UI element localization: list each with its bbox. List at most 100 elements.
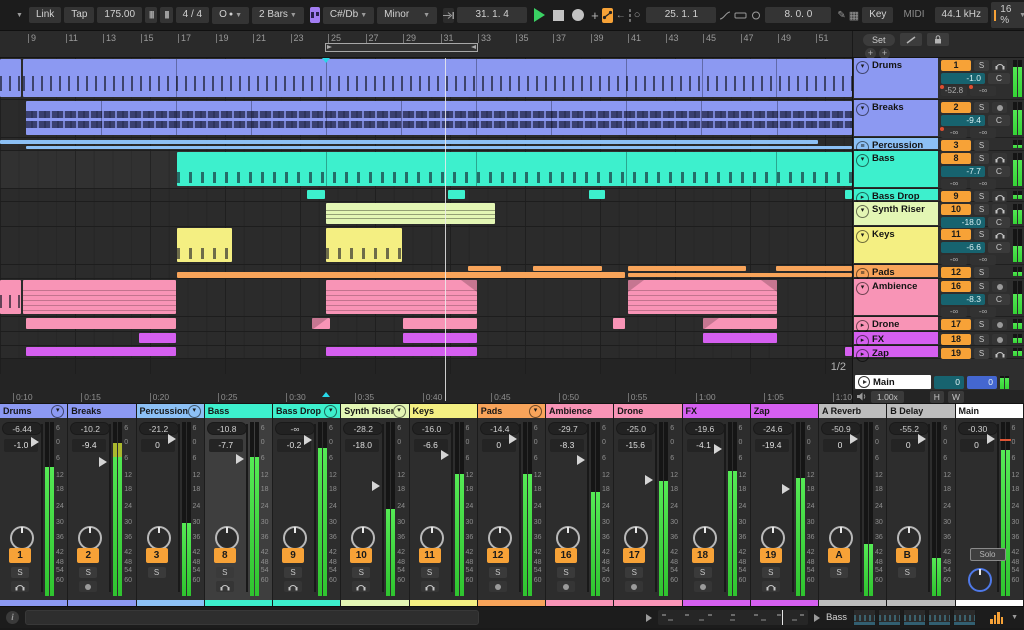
link-button[interactable]: Link [28,7,62,23]
clip[interactable] [845,190,852,199]
solo-button[interactable]: S [974,153,989,164]
tap-tempo-button[interactable]: Tap [64,7,95,23]
clip[interactable] [703,318,777,329]
main-track-title[interactable]: Main [855,375,931,389]
tempo-field[interactable]: 175.00 [97,7,143,23]
track-number-badge[interactable]: 2 [941,102,971,113]
cue-headphone-button[interactable] [992,60,1007,71]
mixer-track-title[interactable]: Pads ▾ [477,404,545,418]
pan-knob[interactable] [146,526,171,550]
device-play-icon[interactable] [813,613,820,622]
fader-handle[interactable] [713,444,722,454]
track-number-badge[interactable]: 18 [691,548,714,563]
track-number-badge[interactable]: 17 [623,548,646,563]
empty-arrangement-lane[interactable]: 1/2 [0,359,853,374]
clip[interactable] [26,101,852,135]
clip-play-icon[interactable] [645,613,652,622]
device-thumb[interactable] [853,609,877,626]
stop-button[interactable] [553,9,565,21]
solo-button[interactable]: S [420,567,439,578]
clip[interactable] [448,190,465,199]
mixer-strip-drone[interactable]: Drone -25.0 -15.6 6 0 6 12 18 24 30 36 42 48 54 60 17 S [614,404,683,606]
fold-icon[interactable]: ▾ [856,230,869,243]
fold-icon[interactable] [858,376,870,388]
peak-level-display[interactable]: -10.2 [70,422,111,435]
device-thumb[interactable] [953,609,977,626]
arm-record-button[interactable] [992,319,1007,330]
fold-icon[interactable]: ▾ [856,205,869,218]
fold-icon[interactable]: ▾ [856,282,869,295]
arrangement-track-breaks[interactable] [0,100,852,138]
fader-value-field[interactable]: -15.6 [618,439,653,452]
mixer-strip-ambience[interactable]: Ambience -29.7 -8.3 6 0 6 12 18 24 30 36 42 48 54 60 16… [546,404,615,606]
pan-knob[interactable] [624,526,649,550]
bar-number[interactable]: 39 [590,34,604,43]
main-pan-field[interactable]: 0 [967,375,997,389]
time-signature-field[interactable]: 4 / 4 [175,7,210,23]
track-number-badge[interactable]: 16 [941,281,971,292]
nudge-down-button[interactable]: |||| [145,7,158,23]
volume-field[interactable]: -7.7 [941,166,985,177]
clip[interactable] [326,203,495,224]
track-number-badge[interactable]: 18 [941,334,971,345]
bar-number[interactable]: 31 [440,34,454,43]
track-number-badge[interactable]: 19 [941,348,971,359]
solo-button[interactable]: S [974,348,989,359]
solo-button[interactable]: S [284,567,302,578]
fold-icon[interactable]: ▾ [51,404,65,418]
solo-button[interactable]: S [898,567,917,578]
arm-record-button[interactable] [693,581,712,592]
fold-icon[interactable]: ▾ [187,404,201,418]
mixer-track-title[interactable]: Bass Drop ▾ [273,404,341,418]
pan-knob[interactable] [829,526,853,550]
cue-headphone-button[interactable] [992,348,1007,359]
solo-button[interactable]: S [830,567,848,578]
solo-button[interactable]: S [693,567,712,578]
mixer-track-title[interactable]: Ambience [546,404,614,418]
solo-button[interactable]: S [974,334,989,345]
nudge-up-button[interactable]: |||| [160,7,173,23]
clip[interactable] [628,273,852,277]
bar-number[interactable]: 37 [553,34,566,43]
cue-headphone-button[interactable] [352,581,371,592]
track-header-drums[interactable]: ▾ Drums 1 S -1.0 C -52.8 -∞ [853,58,1024,100]
mixer-strip-drums[interactable]: Drums ▾ -6.44 -1.0 6 0 6 12 18 24 30 36 42 48 54 60 1 S [0,404,69,606]
mixer-track-title[interactable]: Main [955,404,1023,418]
fold-icon[interactable]: ▾ [324,404,338,418]
fader-handle[interactable] [850,434,858,444]
arrangement-track-bass[interactable] [0,151,852,189]
mixer-strip-synth-riser[interactable]: Synth Riser ▾ -28.2 -18.0 6 0 6 12 18 24 30 36 42 48 5… [341,404,410,606]
solo-button[interactable]: S [11,567,29,578]
solo-button[interactable]: S [974,281,989,292]
solo-button[interactable]: S [974,60,989,71]
pan-field[interactable]: C [988,115,1010,126]
clip[interactable] [177,228,232,262]
automation-arm-button[interactable] [601,7,613,23]
clip[interactable] [326,228,402,262]
cue-headphone-button[interactable] [992,153,1007,164]
solo-button[interactable]: S [215,567,234,578]
bar-number[interactable]: 33 [478,34,491,43]
loop-length-field[interactable]: 8. 0. 0 [765,7,832,23]
clip[interactable] [0,280,21,314]
track-number-badge[interactable]: 12 [941,267,971,278]
bar-number[interactable]: 25 [328,34,341,43]
clip[interactable] [312,318,330,329]
lock-icon[interactable] [926,33,949,46]
arm-record-button[interactable] [992,334,1007,345]
fader-handle[interactable] [986,434,995,444]
mixer-track-title[interactable]: FX [682,404,750,418]
fold-icon[interactable]: ▾ [856,61,869,74]
fader-handle[interactable] [440,450,449,460]
arrangement-position-field[interactable]: 31. 1. 4 [457,7,528,23]
time-ruler[interactable]: 0:10 0:15 0:20 0:25 0:30 0:35 0:40 0:45 0:50 0:55… [0,390,853,403]
arm-record-button[interactable] [79,581,98,592]
peak-level-display[interactable]: -29.7 [548,422,588,435]
track-header-pads[interactable]: ≡ Pads 12 S [853,265,1024,281]
add-track-icon[interactable]: + [591,8,599,23]
quantize-menu[interactable]: 2 Bars ▼ [252,6,304,24]
track-number-badge[interactable]: 3 [941,140,971,151]
fader-handle[interactable] [167,434,176,444]
pan-knob[interactable] [897,526,922,550]
loop-switch-icon[interactable] [734,8,747,23]
